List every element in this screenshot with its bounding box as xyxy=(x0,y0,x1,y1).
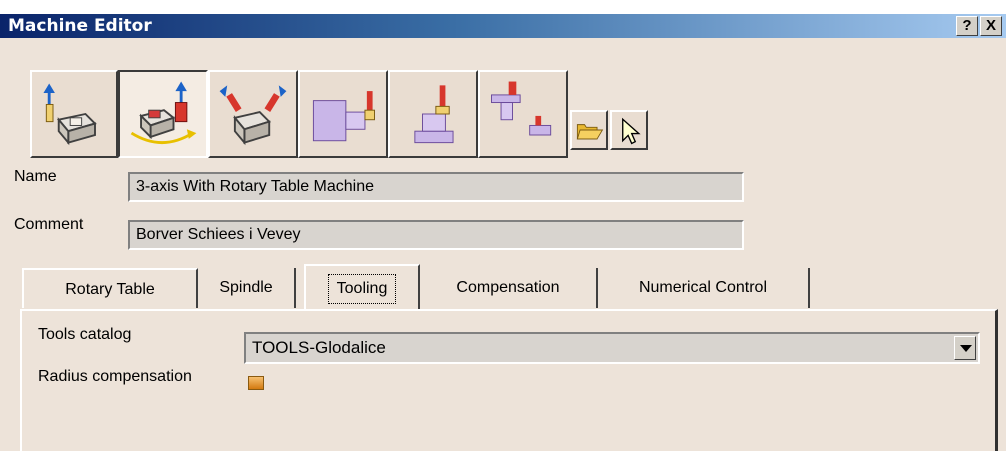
tab-label: Numerical Control xyxy=(638,279,768,296)
5-axis-machine-icon xyxy=(219,85,287,146)
help-button[interactable]: ? xyxy=(956,16,978,36)
3-axis-machine-button[interactable] xyxy=(30,70,118,158)
3-axis-machine-icon xyxy=(43,83,97,146)
tab-spindle[interactable]: Spindle xyxy=(198,268,296,308)
tab-label: Spindle xyxy=(219,279,273,296)
name-field[interactable]: 3-axis With Rotary Table Machine xyxy=(128,172,744,202)
tab-tooling[interactable]: Tooling xyxy=(304,264,420,310)
title-bar: Machine Editor ? X xyxy=(0,0,1006,38)
tab-numerical-control[interactable]: Numerical Control xyxy=(598,268,810,308)
tab-compensation[interactable]: Compensation xyxy=(420,268,598,308)
tab-label: Rotary Table xyxy=(65,281,155,298)
close-button[interactable]: X xyxy=(980,16,1002,36)
multi-slide-lathe-machine-button[interactable] xyxy=(478,70,568,158)
tab-label: Tooling xyxy=(327,274,397,304)
comment-label: Comment xyxy=(14,216,84,233)
vertical-lathe-machine-icon xyxy=(414,85,454,144)
select-button[interactable] xyxy=(610,110,648,150)
radius-compensation-label: Radius compensation xyxy=(38,368,192,385)
tab-rotary-table[interactable]: Rotary Table xyxy=(22,268,198,308)
horizontal-lathe-machine-icon xyxy=(312,91,375,142)
3-axis-rotary-table-machine-button[interactable] xyxy=(118,70,208,158)
tab-label: Compensation xyxy=(456,279,560,296)
window-title: Machine Editor xyxy=(8,16,152,36)
5-axis-machine-button[interactable] xyxy=(208,70,298,158)
tools-catalog-value: TOOLS-Glodalice xyxy=(252,338,386,357)
tools-catalog-select[interactable]: TOOLS-Glodalice xyxy=(244,332,980,364)
chevron-down-icon[interactable] xyxy=(954,336,976,360)
open-folder-icon xyxy=(576,124,604,140)
3-axis-rotary-table-machine-icon xyxy=(130,81,197,144)
comment-field[interactable]: Borver Schiees i Vevey xyxy=(128,220,744,250)
horizontal-lathe-machine-button[interactable] xyxy=(298,70,388,158)
open-folder-button[interactable] xyxy=(570,110,608,150)
name-label: Name xyxy=(14,168,57,185)
multi-slide-lathe-machine-icon xyxy=(491,81,552,136)
vertical-lathe-machine-button[interactable] xyxy=(388,70,478,158)
select-arrow-icon xyxy=(622,117,641,145)
tools-catalog-label: Tools catalog xyxy=(38,326,132,343)
radius-compensation-checkbox[interactable] xyxy=(248,376,264,390)
